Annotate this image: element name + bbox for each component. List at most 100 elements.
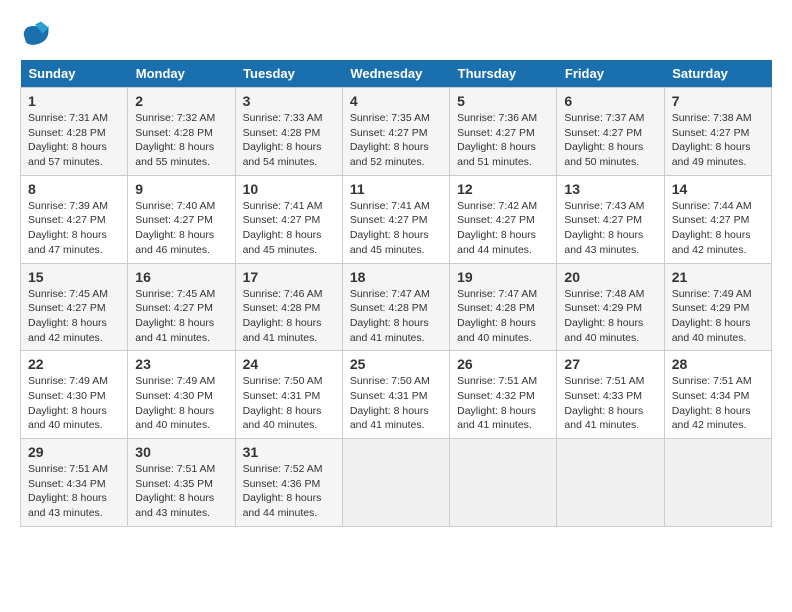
day-number: 28 [672, 356, 764, 372]
day-info: Sunrise: 7:52 AMSunset: 4:36 PMDaylight:… [243, 462, 335, 521]
week-row-5: 29 Sunrise: 7:51 AMSunset: 4:34 PMDaylig… [21, 439, 772, 527]
day-number: 1 [28, 93, 120, 109]
day-cell: 12 Sunrise: 7:42 AMSunset: 4:27 PMDaylig… [450, 175, 557, 263]
day-cell [557, 439, 664, 527]
day-number: 27 [564, 356, 656, 372]
day-number: 8 [28, 181, 120, 197]
day-number: 7 [672, 93, 764, 109]
header [20, 20, 772, 50]
day-cell: 25 Sunrise: 7:50 AMSunset: 4:31 PMDaylig… [342, 351, 449, 439]
day-cell: 21 Sunrise: 7:49 AMSunset: 4:29 PMDaylig… [664, 263, 771, 351]
week-row-3: 15 Sunrise: 7:45 AMSunset: 4:27 PMDaylig… [21, 263, 772, 351]
day-number: 26 [457, 356, 549, 372]
day-header-tuesday: Tuesday [235, 60, 342, 88]
day-cell: 16 Sunrise: 7:45 AMSunset: 4:27 PMDaylig… [128, 263, 235, 351]
day-info: Sunrise: 7:47 AMSunset: 4:28 PMDaylight:… [457, 287, 549, 346]
day-number: 21 [672, 269, 764, 285]
day-number: 3 [243, 93, 335, 109]
day-info: Sunrise: 7:31 AMSunset: 4:28 PMDaylight:… [28, 111, 120, 170]
day-cell: 3 Sunrise: 7:33 AMSunset: 4:28 PMDayligh… [235, 88, 342, 176]
day-number: 15 [28, 269, 120, 285]
day-number: 13 [564, 181, 656, 197]
day-info: Sunrise: 7:51 AMSunset: 4:34 PMDaylight:… [28, 462, 120, 521]
day-number: 5 [457, 93, 549, 109]
day-cell: 6 Sunrise: 7:37 AMSunset: 4:27 PMDayligh… [557, 88, 664, 176]
day-info: Sunrise: 7:51 AMSunset: 4:32 PMDaylight:… [457, 374, 549, 433]
day-info: Sunrise: 7:33 AMSunset: 4:28 PMDaylight:… [243, 111, 335, 170]
day-number: 17 [243, 269, 335, 285]
day-number: 16 [135, 269, 227, 285]
day-cell: 22 Sunrise: 7:49 AMSunset: 4:30 PMDaylig… [21, 351, 128, 439]
day-header-monday: Monday [128, 60, 235, 88]
day-number: 12 [457, 181, 549, 197]
day-info: Sunrise: 7:32 AMSunset: 4:28 PMDaylight:… [135, 111, 227, 170]
logo [20, 20, 56, 50]
day-info: Sunrise: 7:39 AMSunset: 4:27 PMDaylight:… [28, 199, 120, 258]
day-number: 9 [135, 181, 227, 197]
day-info: Sunrise: 7:37 AMSunset: 4:27 PMDaylight:… [564, 111, 656, 170]
day-cell: 11 Sunrise: 7:41 AMSunset: 4:27 PMDaylig… [342, 175, 449, 263]
week-row-4: 22 Sunrise: 7:49 AMSunset: 4:30 PMDaylig… [21, 351, 772, 439]
day-cell: 8 Sunrise: 7:39 AMSunset: 4:27 PMDayligh… [21, 175, 128, 263]
day-info: Sunrise: 7:51 AMSunset: 4:33 PMDaylight:… [564, 374, 656, 433]
day-info: Sunrise: 7:40 AMSunset: 4:27 PMDaylight:… [135, 199, 227, 258]
day-number: 20 [564, 269, 656, 285]
day-number: 31 [243, 444, 335, 460]
day-info: Sunrise: 7:49 AMSunset: 4:30 PMDaylight:… [28, 374, 120, 433]
day-info: Sunrise: 7:51 AMSunset: 4:34 PMDaylight:… [672, 374, 764, 433]
day-info: Sunrise: 7:49 AMSunset: 4:30 PMDaylight:… [135, 374, 227, 433]
day-number: 18 [350, 269, 442, 285]
day-info: Sunrise: 7:46 AMSunset: 4:28 PMDaylight:… [243, 287, 335, 346]
day-info: Sunrise: 7:35 AMSunset: 4:27 PMDaylight:… [350, 111, 442, 170]
day-cell: 5 Sunrise: 7:36 AMSunset: 4:27 PMDayligh… [450, 88, 557, 176]
day-cell: 10 Sunrise: 7:41 AMSunset: 4:27 PMDaylig… [235, 175, 342, 263]
day-number: 30 [135, 444, 227, 460]
day-info: Sunrise: 7:43 AMSunset: 4:27 PMDaylight:… [564, 199, 656, 258]
day-info: Sunrise: 7:38 AMSunset: 4:27 PMDaylight:… [672, 111, 764, 170]
day-info: Sunrise: 7:49 AMSunset: 4:29 PMDaylight:… [672, 287, 764, 346]
day-number: 23 [135, 356, 227, 372]
day-cell: 28 Sunrise: 7:51 AMSunset: 4:34 PMDaylig… [664, 351, 771, 439]
day-cell: 2 Sunrise: 7:32 AMSunset: 4:28 PMDayligh… [128, 88, 235, 176]
day-info: Sunrise: 7:44 AMSunset: 4:27 PMDaylight:… [672, 199, 764, 258]
day-header-sunday: Sunday [21, 60, 128, 88]
day-cell [450, 439, 557, 527]
day-info: Sunrise: 7:45 AMSunset: 4:27 PMDaylight:… [28, 287, 120, 346]
day-cell: 29 Sunrise: 7:51 AMSunset: 4:34 PMDaylig… [21, 439, 128, 527]
day-number: 10 [243, 181, 335, 197]
day-info: Sunrise: 7:36 AMSunset: 4:27 PMDaylight:… [457, 111, 549, 170]
day-cell [342, 439, 449, 527]
day-header-thursday: Thursday [450, 60, 557, 88]
day-number: 4 [350, 93, 442, 109]
day-cell: 4 Sunrise: 7:35 AMSunset: 4:27 PMDayligh… [342, 88, 449, 176]
day-cell [664, 439, 771, 527]
day-cell: 18 Sunrise: 7:47 AMSunset: 4:28 PMDaylig… [342, 263, 449, 351]
week-row-2: 8 Sunrise: 7:39 AMSunset: 4:27 PMDayligh… [21, 175, 772, 263]
day-cell: 24 Sunrise: 7:50 AMSunset: 4:31 PMDaylig… [235, 351, 342, 439]
day-info: Sunrise: 7:47 AMSunset: 4:28 PMDaylight:… [350, 287, 442, 346]
day-number: 6 [564, 93, 656, 109]
day-info: Sunrise: 7:42 AMSunset: 4:27 PMDaylight:… [457, 199, 549, 258]
day-cell: 19 Sunrise: 7:47 AMSunset: 4:28 PMDaylig… [450, 263, 557, 351]
day-cell: 9 Sunrise: 7:40 AMSunset: 4:27 PMDayligh… [128, 175, 235, 263]
day-info: Sunrise: 7:50 AMSunset: 4:31 PMDaylight:… [243, 374, 335, 433]
day-number: 19 [457, 269, 549, 285]
day-header-friday: Friday [557, 60, 664, 88]
header-row: SundayMondayTuesdayWednesdayThursdayFrid… [21, 60, 772, 88]
day-cell: 7 Sunrise: 7:38 AMSunset: 4:27 PMDayligh… [664, 88, 771, 176]
day-number: 11 [350, 181, 442, 197]
day-info: Sunrise: 7:51 AMSunset: 4:35 PMDaylight:… [135, 462, 227, 521]
day-number: 14 [672, 181, 764, 197]
calendar-table: SundayMondayTuesdayWednesdayThursdayFrid… [20, 60, 772, 527]
day-number: 24 [243, 356, 335, 372]
day-cell: 26 Sunrise: 7:51 AMSunset: 4:32 PMDaylig… [450, 351, 557, 439]
day-info: Sunrise: 7:48 AMSunset: 4:29 PMDaylight:… [564, 287, 656, 346]
day-cell: 15 Sunrise: 7:45 AMSunset: 4:27 PMDaylig… [21, 263, 128, 351]
day-cell: 23 Sunrise: 7:49 AMSunset: 4:30 PMDaylig… [128, 351, 235, 439]
logo-icon [20, 20, 50, 50]
day-number: 29 [28, 444, 120, 460]
day-cell: 27 Sunrise: 7:51 AMSunset: 4:33 PMDaylig… [557, 351, 664, 439]
day-info: Sunrise: 7:41 AMSunset: 4:27 PMDaylight:… [243, 199, 335, 258]
day-header-wednesday: Wednesday [342, 60, 449, 88]
day-cell: 17 Sunrise: 7:46 AMSunset: 4:28 PMDaylig… [235, 263, 342, 351]
